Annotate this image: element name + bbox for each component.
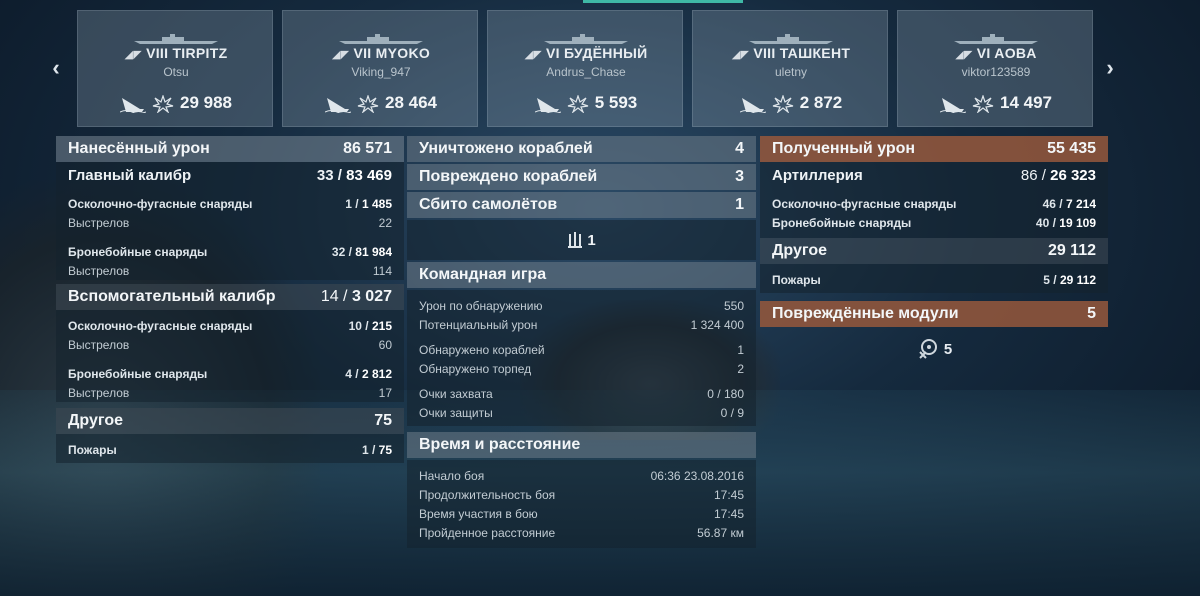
plane-icon: [568, 232, 583, 248]
mc-ap-row: Бронебойные снаряды 32 / 81 984: [68, 244, 392, 259]
damaged-modules-header: Повреждённые модули 5: [760, 301, 1108, 327]
ship-class-icon: ◢◤: [955, 49, 973, 61]
damage-icon: [567, 94, 588, 113]
player-name: uletny: [774, 65, 808, 79]
active-tab-indicator: [583, 0, 743, 3]
sunk-ship-icon: [120, 97, 146, 113]
other-damage-row: Другое 75: [56, 408, 404, 434]
modules-icon-line: 5: [760, 327, 1108, 371]
damaged-ships-row: Повреждено кораблей 3: [407, 164, 756, 190]
sunk-ship-icon: [739, 97, 766, 113]
ship-stats: 14 497: [898, 93, 1094, 113]
dealt-damage-header: Нанесённый урон 86 571: [56, 136, 404, 162]
sc-ap-row: Бронебойные снаряды 4 / 2 812: [68, 366, 392, 381]
ship-class-icon: ◢◤: [124, 49, 143, 61]
ship-name: ◢◤ VII MYOKO: [331, 45, 431, 61]
damaged-module-icon: [919, 339, 937, 359]
battle-start-row: Начало боя 06:36 23.08.2016: [419, 468, 744, 483]
ship-silhouette-icon: [134, 34, 218, 44]
ship-stats: 2 872: [693, 93, 889, 113]
damage-icon: [152, 94, 174, 113]
ship-silhouette-icon: [749, 34, 833, 44]
received-he-row: Осколочно-фугасные снаряды 46 / 7 214: [772, 196, 1096, 211]
distance-row: Пройденное расстояние 56.87 км: [419, 525, 744, 540]
player-name: Viking_947: [351, 65, 411, 79]
battle-duration-row: Продолжительность боя 17:45: [419, 487, 744, 502]
spotted-torpedoes-row: Обнаружено торпед 2: [419, 361, 744, 376]
ship-class-icon: ◢◤: [731, 49, 750, 61]
damage-icon: [972, 94, 994, 113]
dealt-damage-panel: Нанесённый урон 86 571 Главный калибр 33…: [56, 136, 404, 463]
participation-time-row: Время участия в бою 17:45: [419, 506, 744, 521]
ship-card[interactable]: ◢◤ VIII TIRPITZ Otsu 29 988: [77, 10, 273, 127]
received-damage-header: Полученный урон 55 435: [760, 136, 1108, 162]
sunk-ship-icon: [534, 97, 561, 113]
sc-he-row: Осколочно-фугасные снаряды 10 / 215: [68, 318, 392, 333]
summary-panel: Уничтожено кораблей 4 Повреждено корабле…: [407, 136, 756, 548]
team-play-header: Командная игра: [407, 262, 756, 288]
planes-icon-line: 1: [407, 220, 756, 260]
spot-damage-row: Урон по обнаружению 550: [419, 298, 744, 313]
spotted-ships-row: Обнаружено кораблей 1: [419, 342, 744, 357]
received-fires-row: Пожары 5 / 29 112: [772, 272, 1096, 287]
ship-name: ◢◤ VI AOBA: [955, 45, 1037, 61]
ship-name: ◢◤ VI БУДЁННЫЙ: [524, 45, 648, 61]
player-name: Andrus_Chase: [546, 65, 626, 79]
ship-card[interactable]: ◢◤ VII MYOKO Viking_947 28 464: [282, 10, 478, 127]
damage-icon: [357, 94, 379, 113]
ship-name: ◢◤ VIII TIRPITZ: [124, 45, 228, 61]
received-other-row: Другое 29 112: [760, 238, 1108, 264]
sc-ap-shots-row: Выстрелов 17: [68, 385, 392, 400]
ship-card[interactable]: ◢◤ VI БУДЁННЫЙ Andrus_Chase 5 593: [487, 10, 683, 127]
ship-silhouette-icon: [339, 34, 423, 44]
secondary-caliber-row: Вспомогательный калибр 14 / 3 027: [56, 284, 404, 310]
ship-stats: 5 593: [488, 93, 684, 113]
ship-card[interactable]: ◢◤ VIII ТАШКЕНТ uletny 2 872: [692, 10, 888, 127]
ship-stats: 28 464: [283, 93, 479, 113]
time-distance-header: Время и расстояние: [407, 432, 756, 458]
artillery-row: Артиллерия 86 / 26 323: [772, 166, 1096, 184]
main-caliber-row: Главный калибр 33 / 83 469: [68, 166, 392, 184]
ship-class-icon: ◢◤: [331, 49, 350, 61]
ship-silhouette-icon: [954, 34, 1038, 44]
sc-he-shots-row: Выстрелов 60: [68, 337, 392, 352]
received-damage-panel: Полученный урон 55 435 Артиллерия 86 / 2…: [760, 136, 1108, 371]
player-name: Otsu: [163, 65, 189, 79]
ship-card[interactable]: ◢◤ VI AOBA viktor123589 14 497: [897, 10, 1093, 127]
planes-shot-row: Сбито самолётов 1: [407, 192, 756, 218]
fires-row: Пожары 1 / 75: [68, 442, 392, 457]
prev-arrow-button[interactable]: ‹: [44, 56, 68, 80]
ship-stats: 29 988: [78, 93, 274, 113]
ship-class-icon: ◢◤: [524, 49, 543, 61]
ship-name: ◢◤ VIII ТАШКЕНТ: [731, 45, 851, 61]
sunk-ship-icon: [325, 97, 351, 113]
capture-points-row: Очки захвата 0 / 180: [419, 386, 744, 401]
destroyed-ships-row: Уничтожено кораблей 4: [407, 136, 756, 162]
received-ap-row: Бронебойные снаряды 40 / 19 109: [772, 215, 1096, 230]
potential-damage-row: Потенциальный урон 1 324 400: [419, 317, 744, 332]
next-arrow-button[interactable]: ›: [1098, 56, 1122, 80]
mc-he-shots-row: Выстрелов 22: [68, 215, 392, 230]
player-name: viktor123589: [961, 65, 1031, 79]
sunk-ship-icon: [940, 97, 966, 113]
damage-icon: [772, 94, 793, 113]
ship-silhouette-icon: [544, 34, 628, 44]
mc-ap-shots-row: Выстрелов 114: [68, 263, 392, 278]
defense-points-row: Очки защиты 0 / 9: [419, 405, 744, 420]
mc-he-row: Осколочно-фугасные снаряды 1 / 1 485: [68, 196, 392, 211]
